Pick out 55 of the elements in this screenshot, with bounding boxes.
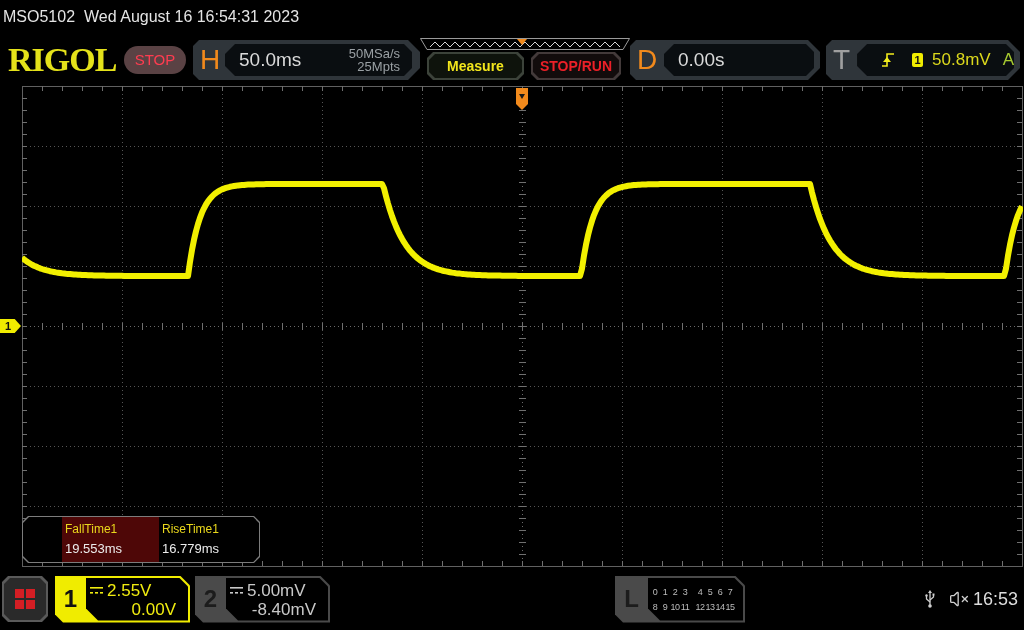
channel-marker[interactable]: 1 (0, 319, 21, 333)
speaker-muted-icon[interactable] (948, 589, 969, 609)
trigger-source-badge: 1 (912, 53, 924, 67)
logic-channel-label: 1 (661, 586, 669, 597)
delay-panel[interactable]: D 0.00s (630, 40, 820, 80)
measurement-name: RiseTime1 (162, 522, 220, 536)
logic-channel-label: 8 (651, 601, 659, 612)
logic-channel-label: 12 (695, 601, 705, 612)
trigger-mode: A (1002, 49, 1014, 72)
logic-channel-label: 0 (651, 586, 659, 597)
clock-time: 16:53 (972, 587, 1018, 611)
memory-depth: 25Mpts (357, 60, 400, 73)
logic-channel-label: 15 (725, 601, 735, 612)
trigger-label: T (832, 46, 852, 74)
measurement-item[interactable]: RiseTime1 16.779ms (159, 517, 256, 562)
logic-channel-label: 3 (681, 586, 689, 597)
measure-button[interactable]: Measure (427, 52, 524, 80)
logic-channel-label: 13 (705, 601, 715, 612)
logic-channel-label: 14 (715, 601, 725, 612)
dc-coupling-icon (90, 586, 103, 594)
channel-number: 1 (62, 584, 79, 614)
trigger-position-icon[interactable] (516, 88, 528, 110)
menu-button[interactable] (2, 576, 48, 622)
model-name: MSO5102 (3, 7, 76, 27)
measurement-name: FallTime1 (65, 522, 119, 536)
dc-coupling-icon (230, 586, 243, 594)
horizontal-panel[interactable]: H 50.0ms 50MSa/s 25Mpts (193, 40, 420, 80)
logic-channel-label: 6 (716, 586, 724, 597)
measurement-item[interactable]: FallTime1 19.553ms (62, 517, 159, 562)
channel-panel[interactable]: 1 2.55V 0.00V (55, 575, 190, 623)
date-time: Wed August 16 16:54:31 2023 (84, 7, 300, 27)
usb-icon (924, 590, 935, 608)
channel-scale: 2.55V (107, 580, 152, 600)
logic-channel-label: 10 (670, 601, 680, 612)
logic-channel-label: 9 (661, 601, 669, 612)
measurement-value: 16.779ms (162, 541, 221, 556)
horizontal-label: H (199, 46, 222, 74)
logic-channel-label: 7 (726, 586, 734, 597)
measurement-value: 19.553ms (65, 541, 124, 556)
logic-channel-label: 2 (671, 586, 679, 597)
brand-logo: RIGOL (8, 43, 118, 77)
stop-run-button[interactable]: STOP/RUN (531, 52, 621, 80)
logic-channel-label: 5 (706, 586, 714, 597)
sample-rate: 50MSa/s (348, 47, 400, 60)
timebase-value: 50.0ms (238, 47, 302, 72)
channel-offset: -8.40mV (251, 599, 317, 619)
trigger-level: 50.8mV (932, 49, 991, 72)
channel-offset: 0.00V (131, 599, 177, 619)
logic-channel-label: 4 (696, 586, 704, 597)
trigger-panel[interactable]: T 1 50.8mV A (826, 40, 1020, 80)
channel-scale: 5.00mV (247, 580, 306, 600)
logic-channel-label: 11 (680, 601, 690, 612)
delay-label: D (636, 46, 659, 74)
delay-value: 0.00s (677, 47, 725, 72)
grid-menu-icon (15, 589, 35, 609)
